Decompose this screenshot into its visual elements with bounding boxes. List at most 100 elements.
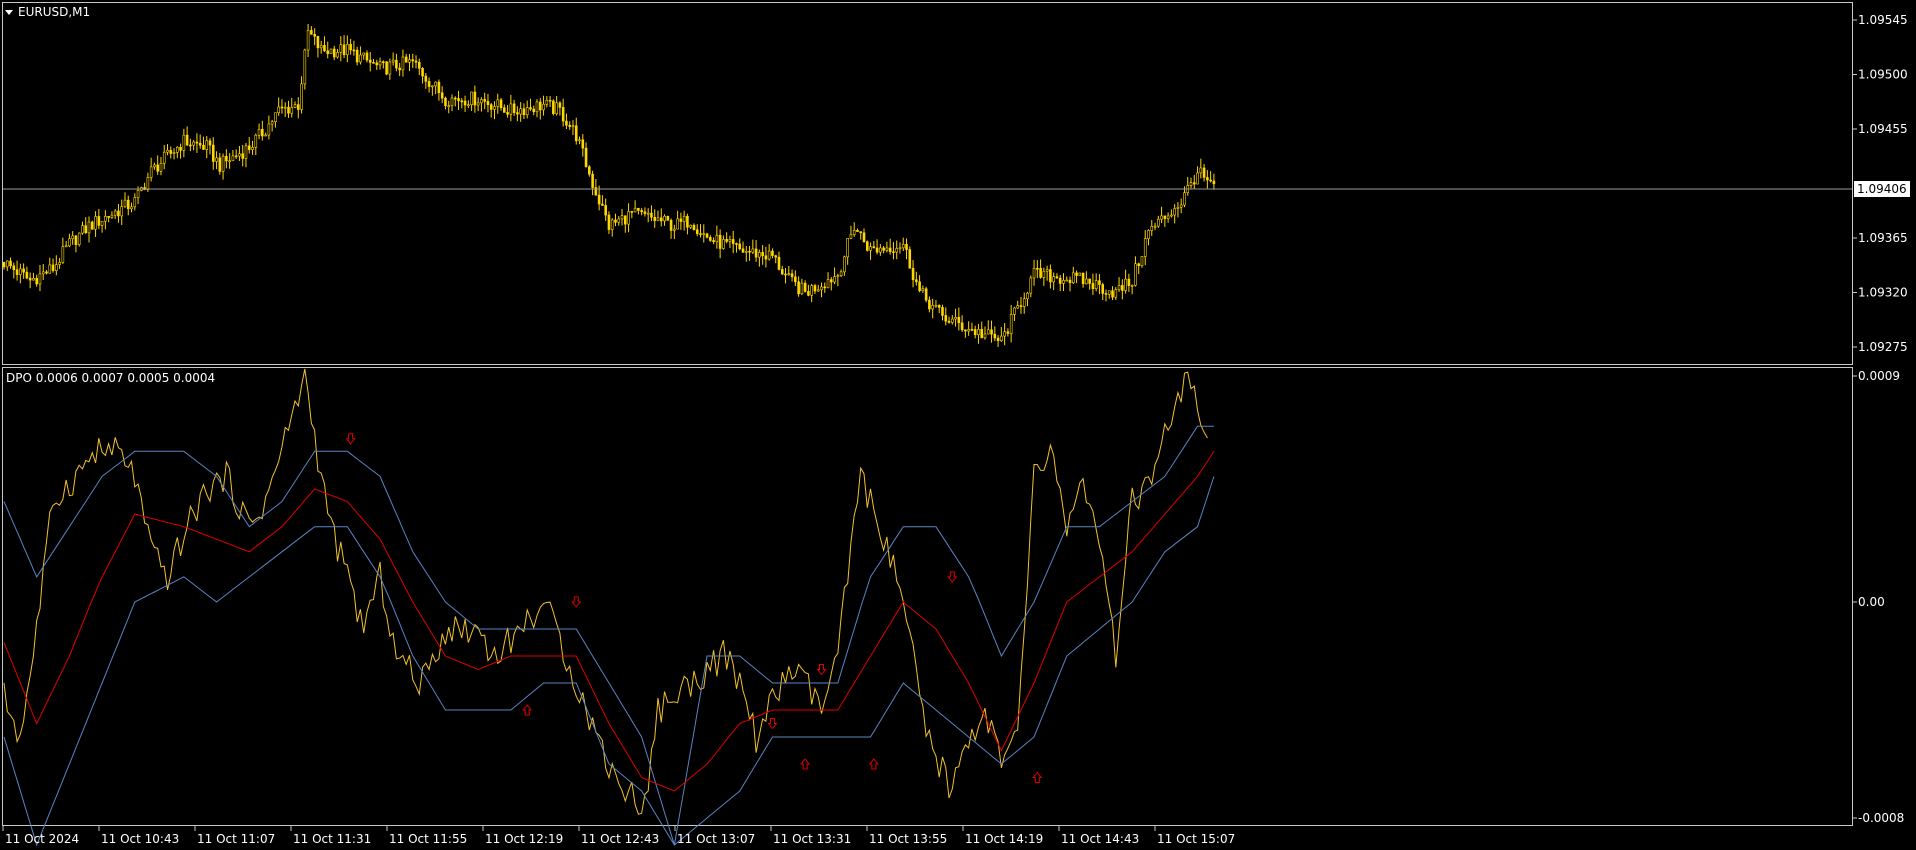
candle-body	[296, 104, 300, 110]
candle-body	[758, 252, 761, 258]
candle-body	[211, 144, 215, 162]
candle-body	[293, 104, 297, 108]
candle-body	[238, 153, 241, 157]
candle-body	[1107, 290, 1111, 295]
candle-body	[748, 250, 751, 253]
candle-body	[117, 210, 120, 217]
candle-body	[656, 217, 660, 221]
candle-body	[473, 91, 477, 106]
time-tick-label: 11 Oct 13:55	[869, 832, 947, 846]
candle-body	[901, 244, 905, 249]
time-tick-label: 11 Oct 15:07	[1157, 832, 1235, 846]
candle-body	[532, 108, 536, 113]
candle-body	[90, 221, 94, 230]
candle-body	[1039, 268, 1042, 278]
candle-body	[261, 128, 264, 137]
candle-body	[440, 92, 444, 99]
candle-body	[810, 285, 813, 296]
candle-body	[323, 45, 326, 52]
candle-body	[247, 145, 251, 150]
candle-body	[336, 52, 339, 58]
candle-body	[653, 216, 657, 221]
candle-body	[398, 67, 401, 71]
candle-body	[1157, 218, 1160, 227]
candle-body	[290, 107, 294, 114]
candle-body	[803, 282, 807, 292]
candle-body	[928, 299, 931, 310]
candle-body	[1117, 285, 1121, 290]
candle-body	[71, 235, 74, 240]
candle-body	[820, 286, 823, 291]
candle-body	[807, 291, 810, 296]
candle-body	[581, 139, 585, 149]
candle-body	[659, 217, 663, 222]
candle-body	[264, 134, 267, 137]
candle-body	[133, 197, 137, 208]
candle-body	[61, 246, 65, 263]
candle-body	[58, 262, 61, 265]
candle-body	[865, 241, 869, 251]
candle-body	[225, 155, 228, 162]
candle-body	[1049, 269, 1052, 283]
candle-body	[986, 329, 990, 335]
candle-body	[450, 97, 454, 107]
candle-body	[349, 44, 352, 51]
candle-body	[306, 30, 310, 51]
candle-body	[2, 261, 6, 268]
candle-body	[346, 44, 349, 56]
candle-body	[872, 246, 876, 249]
time-tick-label: 11 Oct 2024	[5, 832, 79, 846]
candle-body	[519, 108, 522, 115]
candle-body	[277, 106, 280, 114]
candle-body	[604, 205, 607, 216]
candle-body	[329, 48, 333, 54]
candle-body	[892, 251, 895, 253]
candle-body	[663, 215, 666, 222]
candle-body	[185, 134, 189, 146]
candle-body	[12, 265, 16, 270]
candle-body	[689, 224, 693, 228]
candle-body	[764, 255, 768, 260]
candle-body	[55, 264, 58, 271]
candle-body	[153, 164, 156, 168]
chart-window[interactable]: EURUSD,M1 1.09545 1.09500 1.09455 1.09365 1.…	[0, 0, 1916, 850]
candle-body	[996, 337, 1000, 342]
candle-body	[993, 333, 997, 339]
candle-body	[620, 215, 624, 220]
candle-body	[555, 102, 558, 114]
indicator-tick-label: 0.0009	[1858, 369, 1900, 383]
candle-body	[404, 56, 408, 63]
candle-body	[395, 59, 398, 69]
candle-body	[100, 220, 104, 226]
indicator-tick-label: -0.0008	[1858, 811, 1904, 825]
candle-body	[771, 250, 774, 256]
candle-body	[614, 219, 617, 223]
candle-body	[800, 282, 804, 295]
candle-body	[480, 99, 483, 104]
candle-body	[417, 61, 421, 69]
chart-background	[0, 0, 1916, 850]
candle-body	[332, 48, 336, 58]
candle-body	[368, 59, 372, 63]
candle-body	[205, 140, 209, 150]
time-tick-label: 11 Oct 13:31	[773, 832, 851, 846]
candle-body	[699, 233, 702, 235]
candle-body	[640, 210, 643, 213]
candle-body	[476, 102, 480, 106]
candle-body	[283, 106, 287, 109]
candle-body	[1075, 272, 1078, 276]
candle-body	[957, 316, 961, 324]
candle-body	[231, 155, 235, 162]
candle-body	[159, 162, 163, 172]
candle-body	[1143, 238, 1147, 257]
candle-body	[578, 139, 581, 142]
candle-body	[38, 273, 42, 285]
candle-body	[411, 59, 415, 62]
candle-body	[921, 288, 925, 291]
candle-body	[597, 194, 601, 205]
candle-body	[1166, 215, 1170, 219]
candle-body	[947, 320, 951, 323]
candle-body	[990, 329, 993, 335]
candle-body	[954, 316, 957, 320]
candle-body	[983, 333, 987, 339]
